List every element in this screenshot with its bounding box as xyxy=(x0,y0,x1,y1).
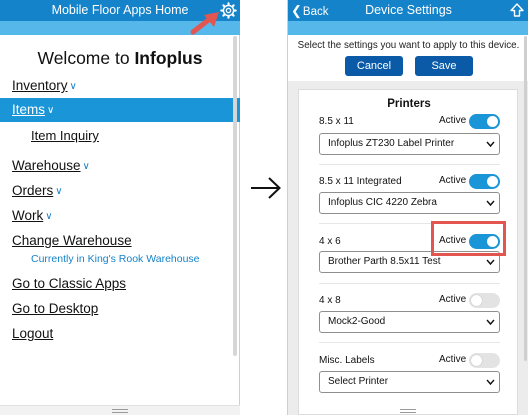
menu-work-label: Work xyxy=(12,208,44,223)
menu-change-warehouse[interactable]: Change Warehouse xyxy=(12,233,132,248)
menu-inventory[interactable]: Inventory ∨ xyxy=(12,78,77,93)
printer-select[interactable]: Mock2-Good xyxy=(319,311,500,333)
toggle-knob xyxy=(487,116,498,127)
save-button[interactable]: Save xyxy=(415,56,473,76)
divider xyxy=(319,342,500,343)
printer-label: Misc. Labels xyxy=(319,355,375,366)
printer-select-value: Infoplus ZT230 Label Printer xyxy=(328,138,455,149)
printer-select-value: Infoplus CIC 4220 Zebra xyxy=(328,197,437,208)
dropdown-caret-icon xyxy=(486,319,495,326)
cancel-button[interactable]: Cancel xyxy=(345,56,403,76)
menu-orders-label: Orders xyxy=(12,183,54,198)
home-screen: Mobile Floor Apps Home Welcome to Infopl… xyxy=(0,0,240,415)
active-label: Active xyxy=(439,354,467,365)
menu-item-inquiry[interactable]: Item Inquiry xyxy=(31,128,99,143)
printer-select-value: Brother Parth 8.5x11 Test xyxy=(328,256,441,267)
current-warehouse-text: Currently in King's Rook Warehouse xyxy=(31,253,200,265)
printer-label: 4 x 8 xyxy=(319,295,341,306)
up-arrow-icon[interactable] xyxy=(509,2,525,18)
menu-items-selected[interactable]: Items ∨ xyxy=(0,98,240,122)
divider xyxy=(319,283,500,284)
dropdown-caret-icon xyxy=(486,259,495,266)
chevron-down-icon: ∨ xyxy=(45,211,53,222)
home-indicator[interactable] xyxy=(400,409,416,413)
home-indicator[interactable] xyxy=(112,409,128,413)
active-label: Active xyxy=(439,294,467,305)
chevron-down-icon: ∨ xyxy=(47,105,55,116)
active-label: Active xyxy=(439,115,467,126)
toggle-knob xyxy=(471,295,482,306)
gear-icon[interactable] xyxy=(220,2,237,19)
printer-select[interactable]: Infoplus ZT230 Label Printer xyxy=(319,133,500,155)
chevron-down-icon: ∨ xyxy=(69,81,77,92)
active-toggle[interactable] xyxy=(469,174,500,189)
dropdown-caret-icon xyxy=(486,379,495,386)
divider xyxy=(319,164,500,165)
printer-label: 4 x 6 xyxy=(319,236,341,247)
settings-instruction: Select the settings you want to apply to… xyxy=(297,40,520,51)
printer-label: 8.5 x 11 Integrated xyxy=(319,176,402,187)
welcome-heading: Welcome to Infoplus xyxy=(0,48,240,69)
printer-select-value: Mock2-Good xyxy=(328,316,386,327)
menu-orders[interactable]: Orders ∨ xyxy=(12,183,63,198)
menu-logout[interactable]: Logout xyxy=(12,326,53,341)
printer-select-value: Select Printer xyxy=(328,376,389,387)
dropdown-caret-icon xyxy=(486,141,495,148)
menu-items-label: Items xyxy=(12,102,46,117)
pointer-arrow-icon xyxy=(190,12,219,35)
device-settings-screen: ❮Back Device Settings Select the setting… xyxy=(287,0,528,415)
settings-subheader-strip xyxy=(288,21,528,35)
menu-work[interactable]: Work ∨ xyxy=(12,208,53,223)
dropdown-caret-icon xyxy=(486,200,495,207)
welcome-brand: Infoplus xyxy=(134,48,203,68)
menu-classic-apps[interactable]: Go to Classic Apps xyxy=(12,276,126,291)
active-label: Active xyxy=(439,175,467,186)
menu-desktop[interactable]: Go to Desktop xyxy=(12,301,98,316)
settings-scrollbar[interactable] xyxy=(524,36,527,361)
toggle-knob xyxy=(471,355,482,366)
printer-select[interactable]: Select Printer xyxy=(319,371,500,393)
active-toggle[interactable] xyxy=(469,353,500,368)
settings-title: Device Settings xyxy=(365,3,452,17)
active-toggle[interactable] xyxy=(469,114,500,129)
comparison-screenshot: Mobile Floor Apps Home Welcome to Infopl… xyxy=(0,0,528,415)
printer-label: 8.5 x 11 xyxy=(319,116,354,127)
menu-warehouse-label: Warehouse xyxy=(12,158,81,173)
toggle-knob xyxy=(487,176,498,187)
printer-select[interactable]: Infoplus CIC 4220 Zebra xyxy=(319,192,500,214)
menu-warehouse[interactable]: Warehouse ∨ xyxy=(12,158,90,173)
menu-inventory-label: Inventory xyxy=(12,78,68,93)
menu-items[interactable]: Items ∨ xyxy=(12,102,54,117)
home-scrollbar[interactable] xyxy=(233,36,237,356)
welcome-prefix: Welcome to xyxy=(37,48,135,68)
highlight-box xyxy=(431,221,506,256)
chevron-down-icon: ∨ xyxy=(55,186,63,197)
printers-title: Printers xyxy=(387,98,431,110)
right-arrow-icon xyxy=(251,177,281,199)
active-toggle[interactable] xyxy=(469,293,500,308)
chevron-down-icon: ∨ xyxy=(82,161,90,172)
